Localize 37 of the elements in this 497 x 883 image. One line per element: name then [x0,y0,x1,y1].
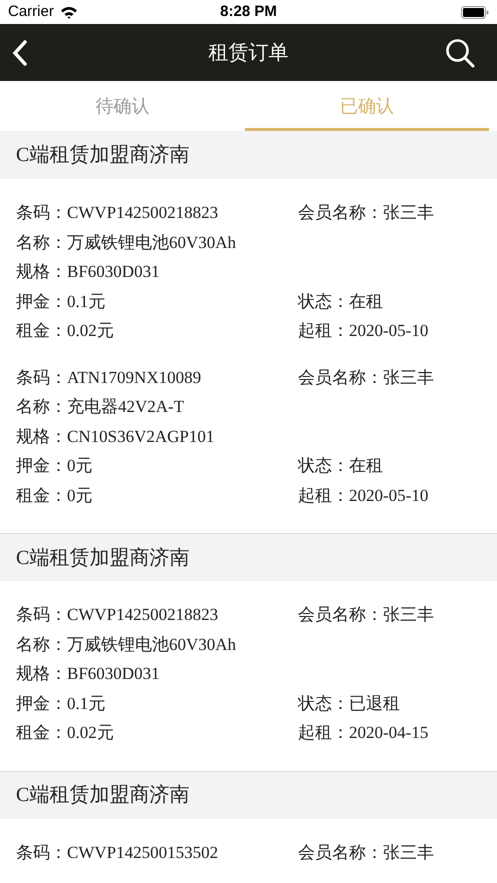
order-field: 条码：ATN1709NX10089 [16,364,298,390]
battery-icon [461,6,489,18]
order-field: 会员名称：张三丰 [298,602,434,628]
order-field: 条码：CWVP142500218823 [16,200,298,226]
order-field: 名称：万威铁锂电池60V30Ah [16,230,298,255]
back-icon[interactable] [12,40,28,66]
order-field: 条码：CWVP142500153502 [16,840,298,865]
order-field: 规格：BF6030D031 [16,661,298,686]
merchant-name: C端租赁加盟商济南 [16,783,190,808]
wifi-icon [60,6,78,18]
order-field: 状态：在租 [298,453,383,478]
search-icon[interactable] [445,38,475,68]
page-title: 租赁订单 [208,40,288,66]
order-field: 起租：2020-04-15 [298,720,428,746]
order-field: 状态：已退租 [298,690,400,716]
clock-time: 8:28 PM [220,2,277,22]
order-field: 名称：充电器42V2A-T [16,394,298,420]
carrier-label: Carrier [8,2,54,22]
order-field: 押金：0.1元 [16,288,298,314]
order-field: 租金：0.02元 [16,318,298,344]
order-field: 规格：BF6030D031 [16,259,298,284]
tab[interactable]: 待确认 [0,81,244,131]
order-field: 会员名称：张三丰 [298,364,434,390]
order-field: 会员名称：张三丰 [298,840,434,865]
order-field: 会员名称：张三丰 [298,200,434,226]
order-field: 状态：在租 [298,288,383,314]
order-field: 名称：万威铁锂电池60V30Ah [16,632,298,657]
order-field: 押金：0元 [16,453,298,478]
order-field: 条码：CWVP142500218823 [16,602,298,628]
merchant-name: C端租赁加盟商济南 [16,546,190,570]
order-field: 押金：0.1元 [16,690,298,716]
merchant-name: C端租赁加盟商济南 [16,143,190,168]
order-field: 起租：2020-05-10 [298,482,428,508]
order-field: 租金：0元 [16,482,298,508]
order-field: 租金：0.02元 [16,720,298,746]
order-field: 规格：CN10S36V2AGP101 [16,424,298,449]
order-field: 起租：2020-05-10 [298,318,428,344]
